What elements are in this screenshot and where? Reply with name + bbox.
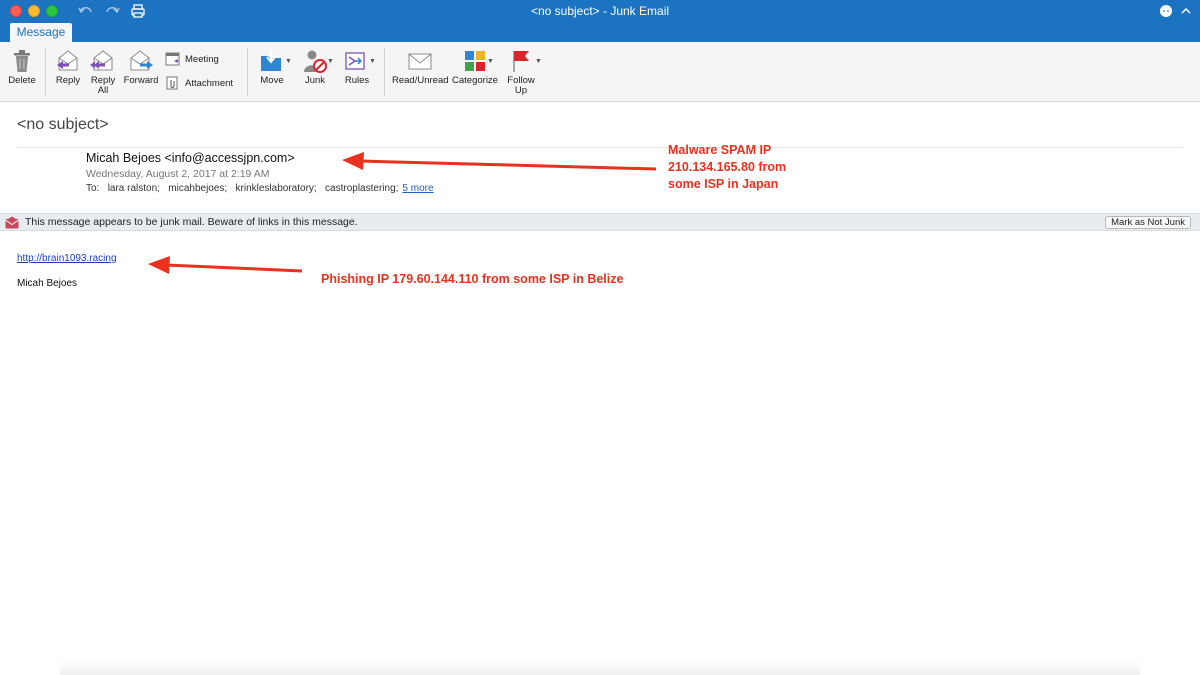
rules-button[interactable]: Rules xyxy=(340,48,374,86)
recipients-row: To: lara ralston; micahbejoes; krinklesl… xyxy=(86,183,434,194)
window-title: <no subject> - Junk Email xyxy=(530,4,670,18)
title-bar: <no subject> - Junk Email xyxy=(0,0,1200,23)
recipient[interactable]: lara ralston; xyxy=(108,183,160,194)
read-unread-button[interactable]: Read/Unread xyxy=(392,48,449,86)
flag-icon xyxy=(513,51,529,72)
trash-icon xyxy=(14,50,30,72)
junk-label: Junk xyxy=(304,75,326,86)
tab-message[interactable]: Message xyxy=(10,23,72,42)
move-button[interactable]: Move xyxy=(254,48,290,86)
ribbon-separator xyxy=(247,48,248,96)
window-bottom-shadow xyxy=(60,660,1140,675)
reply-label: Reply xyxy=(55,75,81,86)
forward-label: Forward xyxy=(123,75,159,86)
move-label: Move xyxy=(260,75,284,86)
spam-annotation-line1: Malware SPAM IP xyxy=(668,143,772,157)
reply-button[interactable]: Reply xyxy=(52,48,84,86)
mark-not-junk-button[interactable]: Mark as Not Junk xyxy=(1105,216,1191,229)
phishing-ip-annotation: Phishing IP 179.60.144.110 from some ISP… xyxy=(321,272,624,286)
junk-warning-bar: This message appears to be junk mail. Be… xyxy=(0,213,1200,231)
attachment-icon xyxy=(166,76,178,90)
message-date: Wednesday, August 2, 2017 at 2:19 AM xyxy=(86,168,270,180)
feedback-icon[interactable] xyxy=(1158,3,1174,19)
collapse-ribbon-icon[interactable] xyxy=(1178,3,1194,19)
junk-warning-text: This message appears to be junk mail. Be… xyxy=(25,216,358,228)
delete-button[interactable]: Delete xyxy=(6,48,38,86)
reply-all-button[interactable]: Reply All xyxy=(87,48,119,96)
junk-icon xyxy=(304,50,327,73)
ribbon-tab-row: Message xyxy=(0,23,1200,42)
rules-label: Rules xyxy=(344,75,370,86)
move-folder-icon xyxy=(261,50,281,71)
ribbon-separator xyxy=(45,48,46,96)
categorize-icon xyxy=(465,51,485,71)
junk-dropdown-icon[interactable]: ▼ xyxy=(327,58,334,65)
attachment-label: Attachment xyxy=(185,77,234,89)
phishing-arrow xyxy=(148,256,303,274)
spam-ip-annotation: Malware SPAM IP 210.134.165.80 from some… xyxy=(668,142,786,193)
signature-text: Micah Bejoes xyxy=(17,278,78,289)
attachment-button[interactable]: Attachment xyxy=(165,76,233,90)
message-subject: <no subject> xyxy=(17,116,109,133)
spam-annotation-line2: 210.134.165.80 from xyxy=(668,160,787,174)
message-sender[interactable]: Micah Bejoes <info@accessjpn.com> xyxy=(86,151,295,165)
meeting-label: Meeting xyxy=(185,53,219,65)
categorize-button[interactable]: Categorize xyxy=(452,48,498,86)
categorize-label: Categorize xyxy=(452,75,498,86)
spam-arrow xyxy=(342,152,657,171)
move-dropdown-icon[interactable]: ▼ xyxy=(285,58,292,65)
junk-button[interactable]: Junk xyxy=(299,48,331,86)
ribbon-separator xyxy=(384,48,385,96)
reply-icon xyxy=(57,50,78,71)
junk-mail-icon xyxy=(5,216,19,229)
categorize-dropdown-icon[interactable]: ▼ xyxy=(487,58,494,65)
phishing-link[interactable]: http://brain1093.racing xyxy=(17,253,117,264)
to-label: To: xyxy=(86,183,100,194)
forward-button[interactable]: Forward xyxy=(123,48,159,86)
recipient[interactable]: micahbejoes; xyxy=(168,183,227,194)
ribbon: Delete Reply Reply All Forward Meeting A… xyxy=(0,42,1200,102)
follow-up-label-line2: Up xyxy=(514,85,528,96)
follow-up-dropdown-icon[interactable]: ▼ xyxy=(535,58,542,65)
rules-icon xyxy=(345,52,365,70)
reply-all-label-line2: All xyxy=(97,85,109,96)
spam-annotation-line3: some ISP in Japan xyxy=(668,177,779,191)
envelope-icon xyxy=(408,53,432,70)
meeting-icon xyxy=(165,52,180,66)
forward-icon xyxy=(130,50,153,71)
rules-dropdown-icon[interactable]: ▼ xyxy=(369,58,376,65)
header-divider xyxy=(17,147,1183,148)
recipient[interactable]: krinkleslaboratory; xyxy=(236,183,317,194)
meeting-button[interactable]: Meeting xyxy=(165,52,219,66)
recipient[interactable]: castroplastering; xyxy=(325,183,398,194)
reply-all-icon xyxy=(90,50,113,71)
follow-up-button[interactable]: Follow Up xyxy=(505,48,537,96)
read-unread-label: Read/Unread xyxy=(392,75,449,86)
more-recipients-link[interactable]: 5 more xyxy=(402,183,433,194)
delete-label: Delete xyxy=(8,75,36,86)
